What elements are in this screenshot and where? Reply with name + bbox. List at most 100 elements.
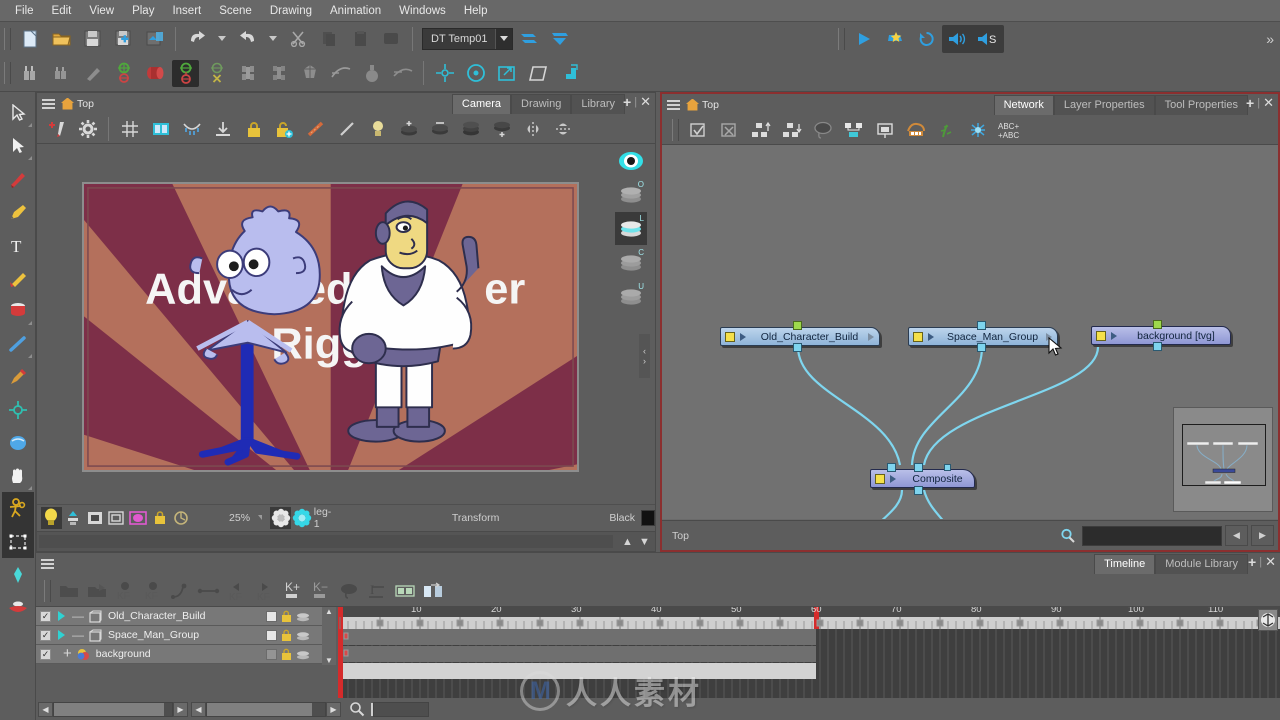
node-expand-icon[interactable]	[1111, 331, 1117, 340]
expand-timeline-icon[interactable]	[1258, 609, 1278, 631]
onion-skin-u-icon[interactable]: U	[615, 280, 647, 313]
onion-skin-o-icon[interactable]: O	[615, 178, 647, 211]
redo-icon[interactable]	[234, 25, 261, 52]
add-keyframe-all-icon[interactable]: KF	[140, 578, 166, 604]
barrel-icon[interactable]	[141, 60, 168, 87]
settings-gear-icon[interactable]	[74, 115, 101, 142]
chevron-left-icon[interactable]: ‹	[643, 346, 646, 356]
timeline-layer-row-3[interactable]: ✓ + background	[36, 645, 336, 664]
bulb-status-icon[interactable]	[41, 506, 62, 529]
scroll-down-icon[interactable]: ▼	[636, 536, 653, 548]
tab-module-library[interactable]: Module Library	[1155, 554, 1248, 574]
add-view-icon-timeline[interactable]: +	[1248, 555, 1256, 569]
network-canvas[interactable]: Old_Character_Build Space_Man_Group back…	[662, 145, 1278, 519]
layer-sub-icon[interactable]	[426, 115, 453, 142]
select-tool-icon[interactable]	[2, 96, 34, 129]
light-table-l-icon[interactable]: L	[615, 212, 647, 245]
zoom-dropdown-icon[interactable]	[258, 515, 263, 520]
layer-visibility-checkbox[interactable]: ✓	[40, 648, 51, 660]
layer-expand-icon[interactable]	[58, 611, 65, 621]
scroll-right-icon-2[interactable]: ▶	[326, 701, 341, 717]
layer-lock-icon[interactable]	[281, 648, 292, 661]
deform-icon[interactable]	[172, 59, 199, 87]
thin-stroke-icon[interactable]	[333, 115, 360, 142]
save-icon[interactable]	[79, 25, 106, 52]
group-up-icon[interactable]	[747, 116, 774, 143]
menu-file[interactable]: File	[6, 1, 43, 21]
create-peg-icon[interactable]	[110, 60, 137, 87]
close-icon-network[interactable]: ✕	[1263, 96, 1274, 109]
add-k-icon[interactable]: K+	[280, 578, 306, 604]
scroll-up-icon[interactable]: ▲	[325, 607, 333, 616]
cutter-tool-icon[interactable]	[2, 129, 34, 162]
prev-keyframe-icon[interactable]: KF	[224, 578, 250, 604]
grid-icon[interactable]	[116, 115, 143, 142]
highlight-status-icon[interactable]	[128, 507, 149, 529]
eraser-tool-icon[interactable]	[2, 261, 34, 294]
tab-layer-properties[interactable]: Layer Properties	[1053, 95, 1155, 115]
cable-icon[interactable]	[902, 116, 929, 143]
disable-icon[interactable]	[716, 116, 743, 143]
paint-bucket-icon[interactable]	[2, 294, 34, 327]
node-color-swatch[interactable]	[1096, 330, 1106, 341]
timeline-frame-grid[interactable]: 10 20 30 40 50 60 70 80 90 100 110	[338, 607, 1280, 699]
add-view-icon[interactable]: +	[623, 95, 631, 109]
layer-visibility-checkbox[interactable]: ✓	[40, 629, 51, 641]
tab-tool-properties[interactable]: Tool Properties	[1154, 95, 1248, 115]
node-port-bottom-out[interactable]	[793, 343, 802, 352]
play-toolbar-grip[interactable]	[837, 27, 845, 50]
node-port-bottom-out[interactable]	[977, 343, 986, 352]
onion-skin-c-icon[interactable]: C	[615, 246, 647, 279]
close-icon[interactable]: ✕	[640, 95, 651, 108]
layer-expand-plus[interactable]: +	[63, 646, 72, 661]
group-down-icon[interactable]	[778, 116, 805, 143]
menu-help[interactable]: Help	[455, 1, 497, 21]
lasso-icon[interactable]	[809, 116, 836, 143]
onion-frame-icon[interactable]	[420, 578, 446, 604]
layer-scroll-track-2[interactable]	[206, 701, 326, 717]
composite-port-in-3[interactable]	[944, 464, 951, 471]
timeline-layer-row-2[interactable]: ✓ — Space_Man_Group	[36, 626, 336, 645]
zoom-search-icon[interactable]	[349, 701, 365, 717]
hammer-icon[interactable]	[79, 60, 106, 87]
layer-add-icon[interactable]	[395, 115, 422, 142]
motion-keyframe-icon[interactable]	[168, 578, 194, 604]
node-expand-icon[interactable]	[928, 332, 934, 341]
timeline-layer-scrollbar[interactable]: ▲ ▼	[322, 607, 336, 665]
next-keyframe-icon[interactable]: KF	[252, 578, 278, 604]
dropper-tool-icon[interactable]	[2, 360, 34, 393]
layer-color-square[interactable]	[266, 648, 277, 660]
node-port-top-out[interactable]	[793, 321, 802, 330]
lock-icon[interactable]	[240, 115, 267, 142]
flip-all-icon[interactable]	[546, 25, 573, 52]
deform-x-icon[interactable]	[203, 60, 230, 87]
color-swatch[interactable]	[641, 509, 656, 526]
layer-scroll-thumb[interactable]	[54, 702, 164, 716]
lasso-timeline-icon[interactable]	[336, 578, 362, 604]
color-pot-icon[interactable]	[2, 591, 34, 624]
composite-port-in-2[interactable]	[914, 463, 923, 472]
pivot-icon[interactable]	[431, 60, 458, 87]
node-expand-icon[interactable]	[740, 332, 746, 341]
tab-timeline[interactable]: Timeline	[1094, 554, 1156, 574]
composite-port-out[interactable]	[914, 486, 923, 495]
undo-dropdown-icon[interactable]	[218, 36, 226, 41]
flower-status-icon[interactable]	[270, 506, 292, 529]
layer-scroll-thumb-2[interactable]	[207, 702, 312, 716]
scroll-down-icon[interactable]: ▼	[325, 656, 333, 665]
node-color-swatch[interactable]	[913, 331, 923, 342]
scroll-left-icon[interactable]: ◀	[38, 701, 53, 717]
toolbar-grip[interactable]	[4, 27, 11, 50]
network-menu-icon[interactable]	[667, 98, 680, 112]
layer-scroll-track[interactable]	[53, 701, 173, 717]
menu-windows[interactable]: Windows	[390, 1, 455, 21]
spring-icon[interactable]	[933, 116, 960, 143]
scene-version-combo[interactable]: DT Temp01	[422, 27, 514, 50]
layer-onion-icon[interactable]	[296, 610, 310, 622]
timeline-zoom-slider[interactable]	[373, 701, 429, 717]
scroll-right-icon[interactable]: ▶	[173, 701, 188, 717]
light-table-icon[interactable]	[178, 115, 205, 142]
redo-dropdown-icon[interactable]	[269, 36, 277, 41]
curve-icon[interactable]	[327, 60, 354, 87]
toggle-icon[interactable]: I	[364, 578, 390, 604]
